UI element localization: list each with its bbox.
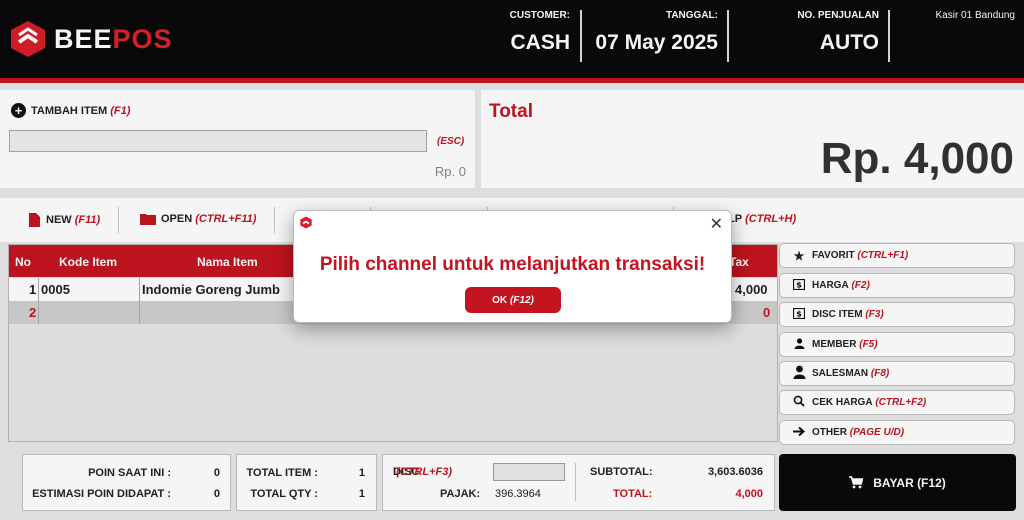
- channel-dialog: ✕ Pilih channel untuk melanjutkan transa…: [293, 210, 732, 323]
- ok-label: OK: [492, 294, 508, 306]
- close-icon[interactable]: ✕: [710, 214, 723, 234]
- beepos-logo-icon: [300, 216, 312, 229]
- dialog-message: Pilih channel untuk melanjutkan transaks…: [319, 254, 706, 275]
- ok-button[interactable]: OK (F12): [465, 287, 561, 313]
- ok-shortcut: (F12): [509, 294, 534, 306]
